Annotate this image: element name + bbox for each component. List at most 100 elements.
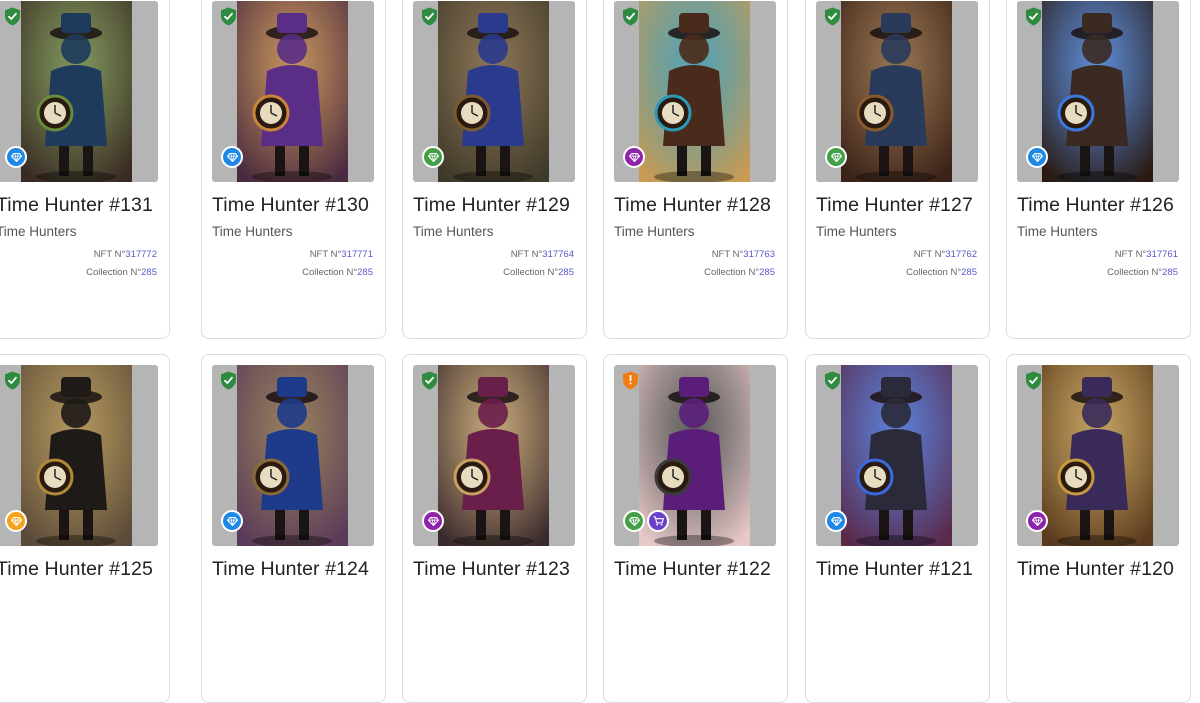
nft-card[interactable]: Time Hunter #128 Time Hunters NFT N°3177… xyxy=(603,0,788,339)
collection-number: Collection N°285 xyxy=(302,267,373,278)
nft-number-label: NFT N° xyxy=(711,249,744,260)
nft-card[interactable]: Time Hunter #127 Time Hunters NFT N°3177… xyxy=(805,0,990,339)
collection-number: Collection N°285 xyxy=(503,267,574,278)
collection-name[interactable]: Time Hunters xyxy=(413,224,494,239)
collection-number-value[interactable]: 285 xyxy=(961,267,977,278)
nft-number-label: NFT N° xyxy=(1114,249,1147,260)
nft-card[interactable]: Time Hunter #124 xyxy=(201,354,386,703)
nft-artwork[interactable] xyxy=(1042,1,1153,182)
nft-card[interactable]: Time Hunter #120 xyxy=(1006,354,1191,703)
nft-number: NFT N°317762 xyxy=(914,249,977,260)
nft-card[interactable]: Time Hunter #125 xyxy=(0,354,170,703)
nft-card[interactable]: Time Hunter #122 xyxy=(603,354,788,703)
nft-title[interactable]: Time Hunter #130 xyxy=(212,194,369,217)
nft-title[interactable]: Time Hunter #127 xyxy=(816,194,973,217)
nft-artwork[interactable] xyxy=(1042,365,1153,546)
nft-number-value[interactable]: 317771 xyxy=(341,249,373,260)
collection-name[interactable]: Time Hunters xyxy=(816,224,897,239)
nft-artwork[interactable] xyxy=(21,365,132,546)
verified-shield-icon xyxy=(4,371,21,390)
nft-card[interactable]: Time Hunter #131 Time Hunters NFT N°3177… xyxy=(0,0,170,339)
rarity-gem-icon xyxy=(422,146,444,168)
nft-artwork[interactable] xyxy=(639,1,750,182)
nft-title[interactable]: Time Hunter #124 xyxy=(212,558,369,581)
verified-shield-icon xyxy=(4,7,21,26)
rarity-gem-icon xyxy=(623,510,645,532)
nft-image-frame[interactable] xyxy=(614,1,776,182)
verified-shield-icon xyxy=(1025,7,1042,26)
nft-number-value[interactable]: 317762 xyxy=(945,249,977,260)
nft-number: NFT N°317763 xyxy=(712,249,775,260)
nft-image-frame[interactable] xyxy=(413,1,575,182)
nft-artwork[interactable] xyxy=(21,1,132,182)
nft-title[interactable]: Time Hunter #128 xyxy=(614,194,771,217)
nft-card[interactable]: Time Hunter #129 Time Hunters NFT N°3177… xyxy=(402,0,587,339)
nft-number-label: NFT N° xyxy=(913,249,946,260)
cart-icon[interactable] xyxy=(647,510,669,532)
verified-shield-icon xyxy=(220,7,237,26)
nft-image-frame[interactable] xyxy=(1017,1,1179,182)
collection-number-label: Collection N° xyxy=(1107,267,1163,278)
rarity-gem-icon xyxy=(825,510,847,532)
nft-artwork[interactable] xyxy=(237,1,348,182)
rarity-gem-icon xyxy=(825,146,847,168)
nft-title[interactable]: Time Hunter #121 xyxy=(816,558,973,581)
nft-image-frame[interactable] xyxy=(614,365,776,546)
nft-title[interactable]: Time Hunter #122 xyxy=(614,558,771,581)
nft-card[interactable]: Time Hunter #126 Time Hunters NFT N°3177… xyxy=(1006,0,1191,339)
collection-number: Collection N°285 xyxy=(86,267,157,278)
nft-number-label: NFT N° xyxy=(309,249,342,260)
collection-name[interactable]: Time Hunters xyxy=(212,224,293,239)
nft-image-frame[interactable] xyxy=(212,365,374,546)
nft-card[interactable]: Time Hunter #121 xyxy=(805,354,990,703)
nft-title[interactable]: Time Hunter #126 xyxy=(1017,194,1174,217)
nft-card[interactable]: Time Hunter #123 xyxy=(402,354,587,703)
verified-shield-icon xyxy=(824,371,841,390)
verified-shield-icon xyxy=(220,371,237,390)
collection-number-value[interactable]: 285 xyxy=(759,267,775,278)
nft-number-value[interactable]: 317764 xyxy=(542,249,574,260)
nft-title[interactable]: Time Hunter #125 xyxy=(0,558,153,581)
nft-image-frame[interactable] xyxy=(0,365,158,546)
collection-number-value[interactable]: 285 xyxy=(558,267,574,278)
warning-shield-icon xyxy=(622,371,639,390)
nft-number: NFT N°317761 xyxy=(1115,249,1178,260)
collection-number-value[interactable]: 285 xyxy=(141,267,157,278)
nft-image-frame[interactable] xyxy=(212,1,374,182)
collection-number: Collection N°285 xyxy=(906,267,977,278)
collection-number-value[interactable]: 285 xyxy=(357,267,373,278)
nft-title[interactable]: Time Hunter #120 xyxy=(1017,558,1174,581)
nft-image-frame[interactable] xyxy=(816,1,978,182)
nft-artwork[interactable] xyxy=(438,365,549,546)
nft-image-frame[interactable] xyxy=(816,365,978,546)
collection-number-label: Collection N° xyxy=(704,267,760,278)
collection-number-label: Collection N° xyxy=(86,267,142,278)
collection-name[interactable]: Time Hunters xyxy=(1017,224,1098,239)
collection-number: Collection N°285 xyxy=(704,267,775,278)
nft-number-value[interactable]: 317761 xyxy=(1146,249,1178,260)
verified-shield-icon xyxy=(622,7,639,26)
nft-number-value[interactable]: 317763 xyxy=(743,249,775,260)
collection-number-label: Collection N° xyxy=(302,267,358,278)
nft-artwork[interactable] xyxy=(841,365,952,546)
collection-number-label: Collection N° xyxy=(503,267,559,278)
nft-title[interactable]: Time Hunter #129 xyxy=(413,194,570,217)
collection-number-value[interactable]: 285 xyxy=(1162,267,1178,278)
nft-title[interactable]: Time Hunter #123 xyxy=(413,558,570,581)
nft-number-value[interactable]: 317772 xyxy=(125,249,157,260)
collection-name[interactable]: Time Hunters xyxy=(0,224,77,239)
nft-card[interactable]: Time Hunter #130 Time Hunters NFT N°3177… xyxy=(201,0,386,339)
nft-image-frame[interactable] xyxy=(1017,365,1179,546)
nft-image-frame[interactable] xyxy=(0,1,158,182)
nft-artwork[interactable] xyxy=(237,365,348,546)
verified-shield-icon xyxy=(824,7,841,26)
collection-name[interactable]: Time Hunters xyxy=(614,224,695,239)
rarity-gem-icon xyxy=(422,510,444,532)
nft-number: NFT N°317772 xyxy=(94,249,157,260)
nft-number: NFT N°317764 xyxy=(511,249,574,260)
nft-image-frame[interactable] xyxy=(413,365,575,546)
nft-number-label: NFT N° xyxy=(510,249,543,260)
nft-title[interactable]: Time Hunter #131 xyxy=(0,194,153,217)
nft-artwork[interactable] xyxy=(841,1,952,182)
nft-artwork[interactable] xyxy=(438,1,549,182)
